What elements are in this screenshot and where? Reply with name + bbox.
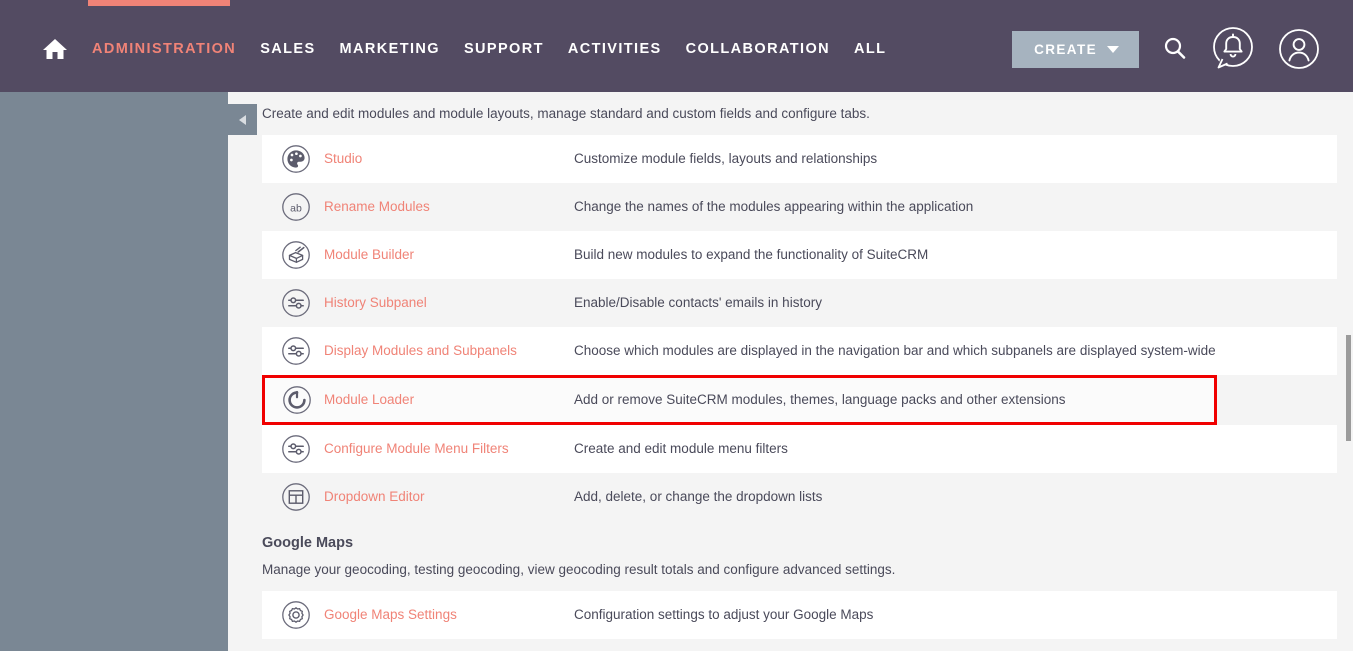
nav-link-sales[interactable]: SALES (260, 41, 315, 57)
admin-row-description: Choose which modules are displayed in th… (574, 343, 1216, 359)
admin-row-google-maps-settings[interactable]: Google Maps Settings Configuration setti… (262, 590, 1349, 639)
search-icon[interactable] (1161, 35, 1189, 63)
admin-row-label[interactable]: Display Modules and Subpanels (324, 343, 574, 358)
nav-link-administration[interactable]: ADMINISTRATION (92, 41, 236, 57)
sliders-icon (281, 336, 311, 366)
admin-row-description: Change the names of the modules appearin… (574, 199, 974, 215)
admin-row-description: Enable/Disable contacts' emails in histo… (574, 295, 822, 311)
admin-row-label[interactable]: Google Maps Settings (324, 607, 574, 622)
admin-row-description: Build new modules to expand the function… (574, 247, 929, 263)
nav-link-collaboration[interactable]: COLLABORATION (686, 41, 830, 57)
admin-row-label[interactable]: Module Builder (324, 247, 574, 262)
create-button-label: CREATE (1034, 41, 1097, 57)
sliders-icon (281, 434, 311, 464)
admin-content-area: Create and edit modules and module layou… (228, 92, 1353, 651)
create-button[interactable]: CREATE (1012, 30, 1139, 68)
admin-row-label[interactable]: Studio (324, 151, 574, 166)
admin-row-label[interactable]: Configure Module Menu Filters (324, 441, 574, 456)
admin-row-description: Add or remove SuiteCRM modules, themes, … (574, 392, 1066, 408)
admin-row-list: Studio Customize module fields, layouts … (228, 134, 1353, 521)
table-layout-icon (281, 482, 311, 512)
admin-row-studio[interactable]: Studio Customize module fields, layouts … (262, 134, 1349, 183)
admin-row-configure-module-menu-filters[interactable]: Configure Module Menu Filters Create and… (262, 424, 1349, 473)
admin-row-module-builder[interactable]: Module Builder Build new modules to expa… (262, 230, 1349, 279)
admin-row-display-modules-and-subpanels[interactable]: Display Modules and Subpanels Choose whi… (262, 326, 1349, 375)
admin-row-label[interactable]: Rename Modules (324, 199, 574, 214)
group-title-google-maps: Google Maps (262, 534, 354, 551)
home-icon[interactable] (42, 36, 68, 62)
palette-icon (281, 144, 311, 174)
group-description-google-maps: Manage your geocoding, testing geocoding… (262, 561, 896, 577)
scrollbar-thumb[interactable] (1346, 335, 1351, 441)
admin-row-description: Configuration settings to adjust your Go… (574, 607, 874, 623)
svg-text:ab: ab (290, 202, 302, 214)
main-nav-links: ADMINISTRATION SALES MARKETING SUPPORT A… (92, 41, 910, 57)
left-side-panel (0, 92, 228, 651)
chevron-down-icon (1107, 45, 1119, 53)
ab-text-icon: ab (281, 192, 311, 222)
gear-target-icon (281, 600, 311, 630)
nav-link-marketing[interactable]: MARKETING (340, 41, 440, 57)
admin-row-dropdown-editor[interactable]: Dropdown Editor Add, delete, or change t… (262, 472, 1349, 521)
loader-circle-icon (282, 385, 312, 415)
nav-link-support[interactable]: SUPPORT (464, 41, 544, 57)
admin-row-label[interactable]: History Subpanel (324, 295, 574, 310)
nav-link-activities[interactable]: ACTIVITIES (568, 41, 662, 57)
module-builder-icon (281, 240, 311, 270)
admin-row-description: Create and edit module menu filters (574, 441, 788, 457)
admin-row-history-subpanel[interactable]: History Subpanel Enable/Disable contacts… (262, 278, 1349, 327)
admin-row-description: Add, delete, or change the dropdown list… (574, 489, 823, 505)
admin-row-label[interactable]: Module Loader (324, 392, 574, 407)
vertical-scrollbar[interactable] (1337, 92, 1353, 651)
top-navbar: ADMINISTRATION SALES MARKETING SUPPORT A… (0, 0, 1353, 92)
admin-row-rename-modules[interactable]: ab Rename Modules Change the names of th… (262, 182, 1349, 231)
page-body: Create and edit modules and module layou… (0, 92, 1353, 651)
user-profile-icon[interactable] (1277, 27, 1321, 71)
navbar-right-actions: CREATE (1012, 26, 1321, 72)
admin-row-module-loader[interactable]: Module Loader Add or remove SuiteCRM mod… (262, 374, 1217, 425)
google-maps-row-list: Google Maps Settings Configuration setti… (228, 590, 1353, 639)
admin-row-label[interactable]: Dropdown Editor (324, 489, 574, 504)
admin-row-description: Customize module fields, layouts and rel… (574, 151, 878, 167)
section-description: Create and edit modules and module layou… (262, 106, 870, 121)
notification-bell-icon[interactable] (1211, 26, 1255, 72)
nav-link-all[interactable]: ALL (854, 41, 886, 57)
sliders-icon (281, 288, 311, 318)
